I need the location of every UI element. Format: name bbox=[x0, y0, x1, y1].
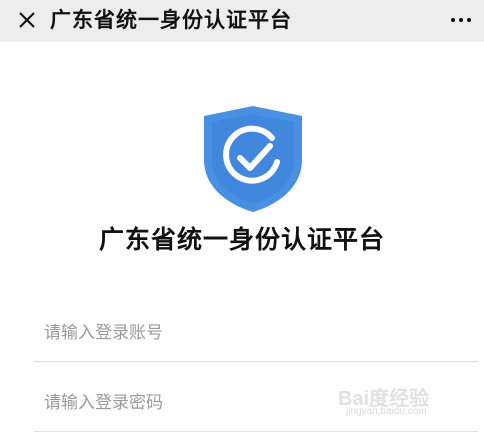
close-icon bbox=[19, 12, 35, 28]
login-page: 广东省统一身份认证平台 广东省统一身份认证平台 Bai度经验 jingyan.b… bbox=[0, 0, 484, 434]
account-input[interactable] bbox=[44, 310, 444, 356]
watermark-url: jingyan.baidu.com bbox=[346, 406, 427, 417]
watermark: Bai度经验 jingyan.baidu.com bbox=[338, 382, 458, 422]
shield-check-icon bbox=[200, 104, 306, 214]
app-title: 广东省统一身份认证平台 bbox=[98, 225, 385, 254]
more-icon bbox=[451, 18, 455, 22]
close-button[interactable] bbox=[14, 7, 40, 33]
account-field bbox=[34, 302, 478, 362]
more-icon bbox=[459, 18, 463, 22]
window-title: 广东省统一身份认证平台 bbox=[50, 8, 292, 32]
more-button[interactable] bbox=[444, 7, 478, 33]
more-icon bbox=[467, 18, 471, 22]
top-bar: 广东省统一身份认证平台 bbox=[0, 0, 484, 42]
